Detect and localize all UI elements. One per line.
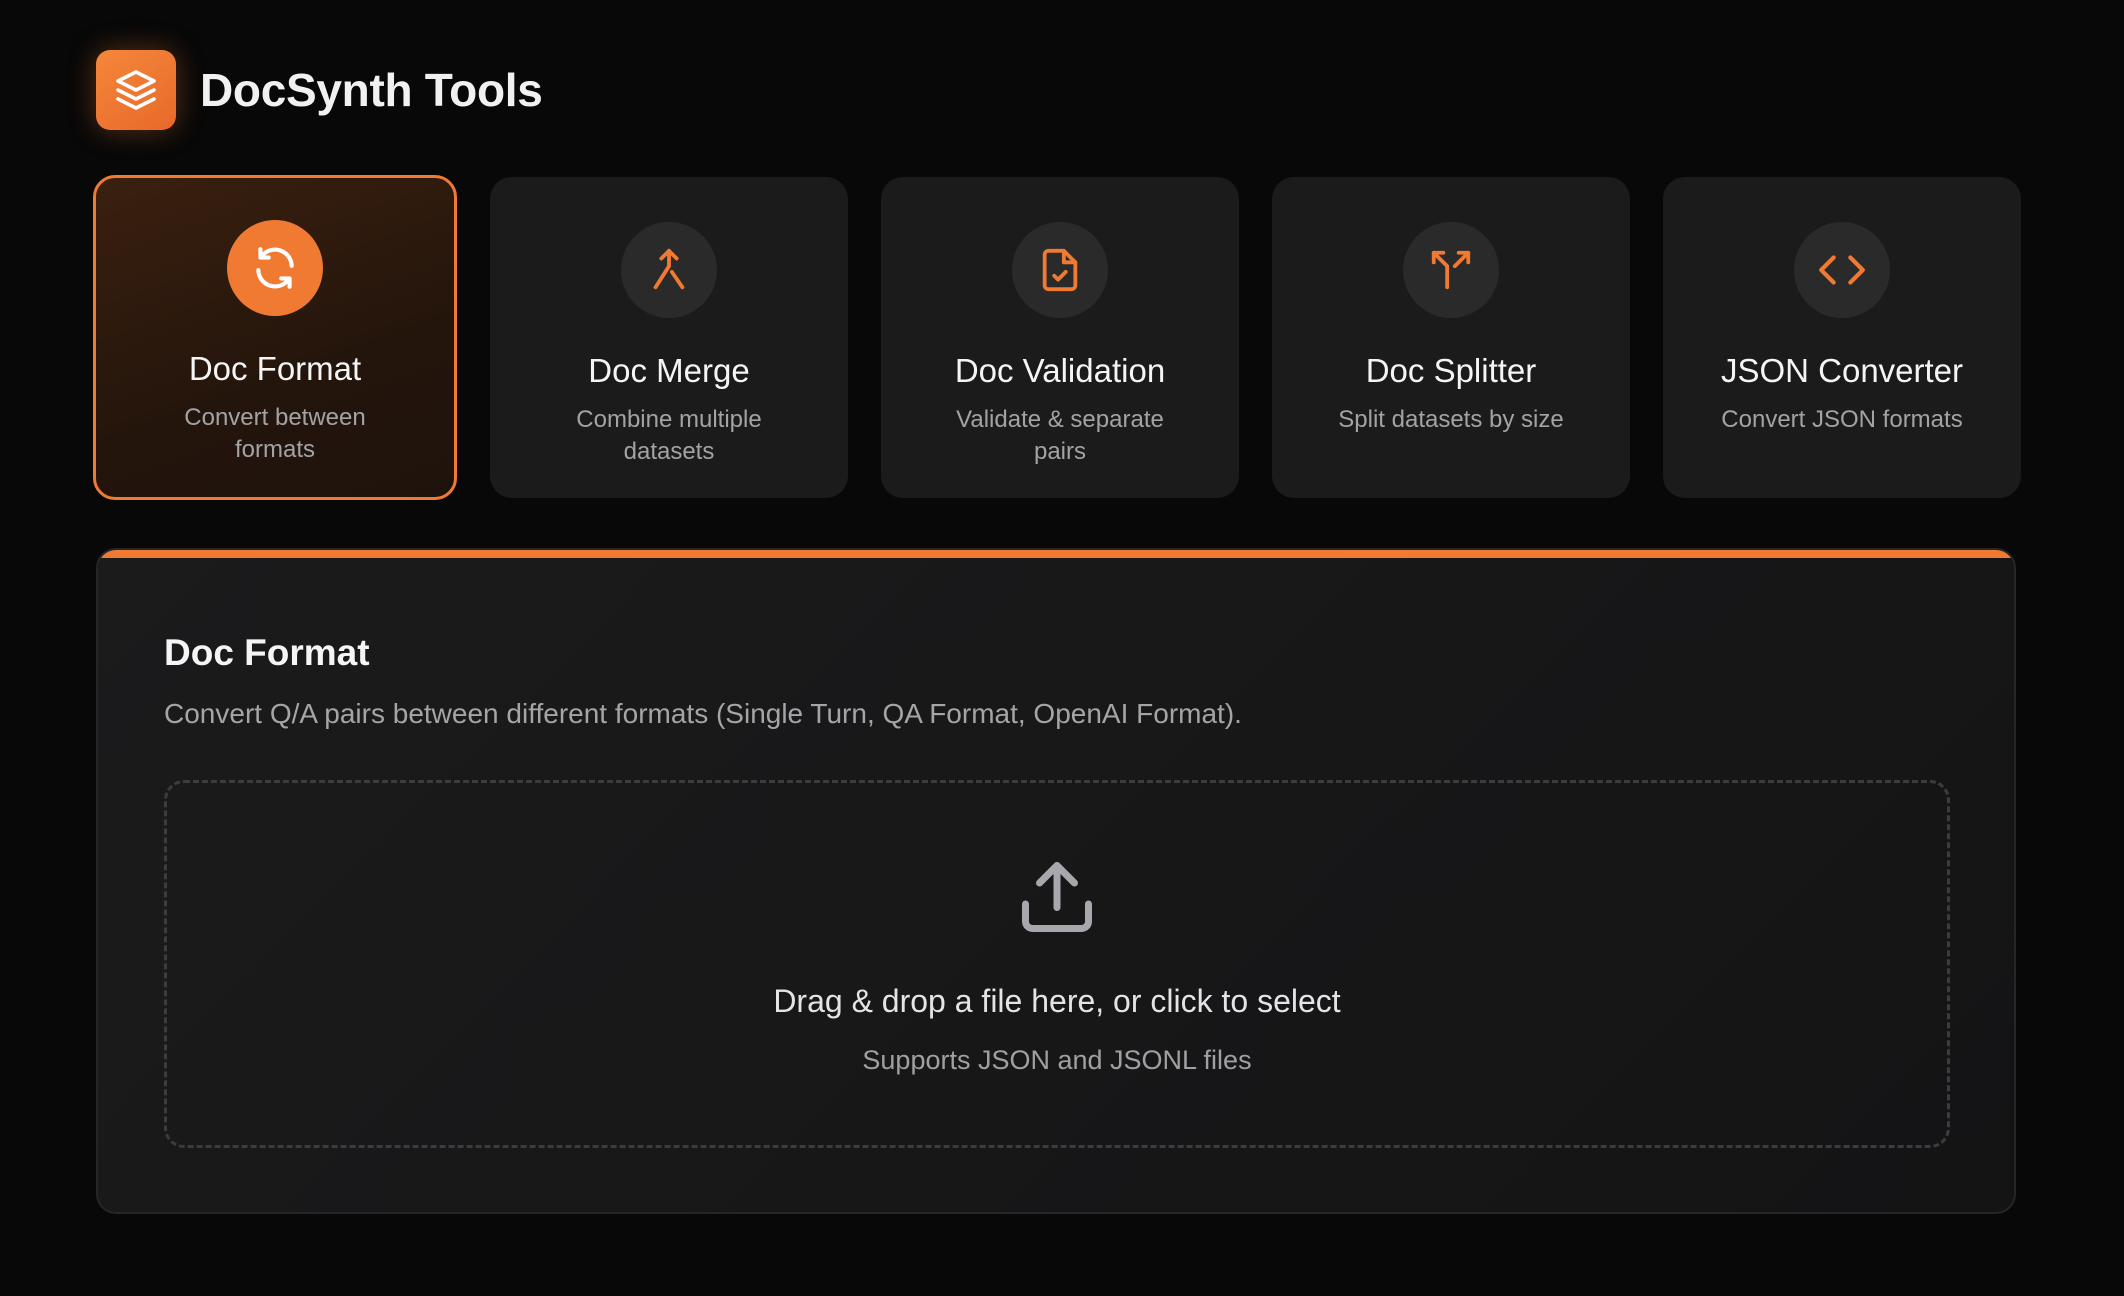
upload-icon (1022, 862, 1092, 932)
tool-panel: Doc Format Convert Q/A pairs between dif… (96, 548, 2016, 1214)
panel-accent-bar (98, 550, 2014, 558)
tool-description: Validate & separate pairs (956, 406, 1164, 465)
tool-title: JSON Converter (1720, 352, 1964, 389)
code-icon (1819, 255, 1865, 285)
panel-description: Convert Q/A pairs between different form… (164, 698, 1242, 729)
header: DocSynth Tools (96, 50, 543, 130)
app-root: DocSynth Tools Doc Format Convert betwee… (0, 0, 2124, 1296)
tool-title: Doc Format (188, 350, 362, 387)
file-dropzone[interactable]: Drag & drop a file here, or click to sel… (164, 780, 1950, 1148)
app-title: DocSynth Tools (200, 64, 543, 116)
merge-icon (653, 248, 685, 290)
tool-card-doc-format[interactable]: Doc Format Convert between formats (93, 175, 457, 500)
tool-icon-wrapper (1794, 222, 1890, 318)
tool-description: Combine multiple datasets (576, 406, 762, 465)
tool-description: Convert JSON formats (1721, 406, 1963, 433)
app-logo (96, 50, 176, 130)
tool-title: Doc Splitter (1365, 352, 1537, 389)
tool-icon-wrapper (621, 222, 717, 318)
panel-title: Doc Format (164, 632, 370, 673)
tool-icon-wrapper (227, 220, 323, 316)
tool-icon-wrapper (1012, 222, 1108, 318)
file-check-icon (1042, 248, 1078, 292)
dropzone-main-text: Drag & drop a file here, or click to sel… (773, 983, 1341, 1019)
tool-card-doc-validation[interactable]: Doc Validation Validate & separate pairs (881, 177, 1239, 498)
tool-title: Doc Merge (588, 352, 750, 389)
layers-icon (116, 70, 156, 110)
dropzone-sub-text: Supports JSON and JSONL files (862, 1045, 1252, 1075)
tool-title: Doc Validation (954, 352, 1166, 389)
tool-card-doc-splitter[interactable]: Doc Splitter Split datasets by size (1272, 177, 1630, 498)
tool-card-doc-merge[interactable]: Doc Merge Combine multiple datasets (490, 177, 848, 498)
tool-card-json-converter[interactable]: JSON Converter Convert JSON formats (1663, 177, 2021, 498)
split-icon (1431, 250, 1471, 290)
tool-description: Convert between formats (184, 404, 366, 463)
tool-icon-wrapper (1403, 222, 1499, 318)
tool-description: Split datasets by size (1338, 406, 1564, 433)
refresh-icon (256, 247, 294, 289)
tool-cards: Doc Format Convert between formats Doc M… (93, 175, 2021, 500)
